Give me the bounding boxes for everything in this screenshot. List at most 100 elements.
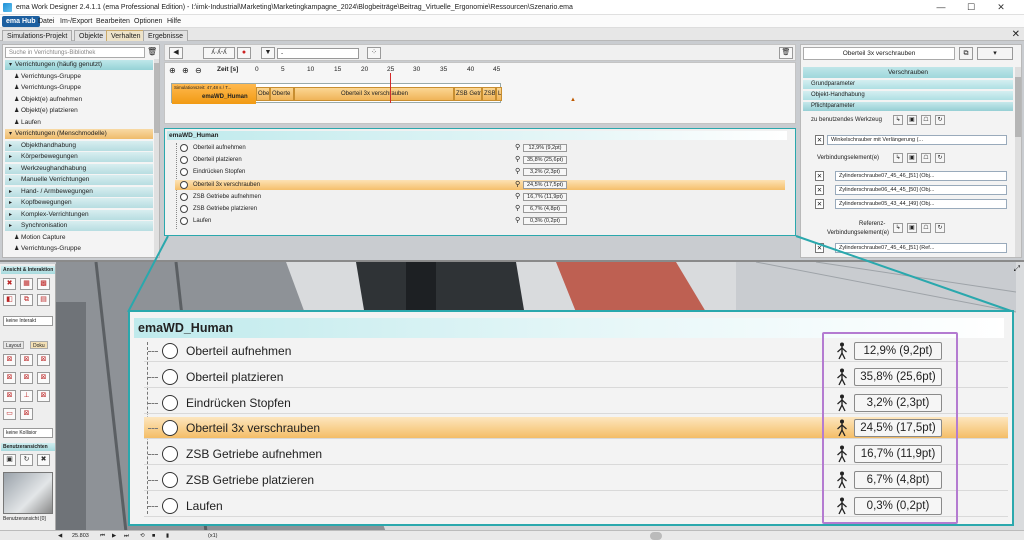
library-trash-icon[interactable]: 🗑 — [147, 47, 157, 57]
user-view-thumbnail[interactable] — [3, 472, 53, 514]
viewport-expand-icon[interactable]: ⤢ — [1014, 264, 1020, 274]
timeline-segment[interactable]: Oberteil 3x verschrauben — [294, 87, 454, 101]
activity-row[interactable]: Laufen ⚲ 0,3% (0,2pt) — [175, 216, 785, 226]
library-item-row[interactable]: ♟ Verrichtungs-Gruppe — [5, 72, 153, 82]
ref-link-icon[interactable]: ☖ — [921, 223, 931, 233]
conn-remove-button[interactable]: ✕ — [815, 199, 824, 209]
doc-tool-icon[interactable]: ⊠ — [20, 408, 33, 420]
library-item-row[interactable]: ♟ Verrichtungs-Gruppe — [5, 83, 153, 93]
section-objekt-handhabung[interactable]: Objekt-Handhabung — [803, 91, 1013, 100]
library-sub-row[interactable]: ▸ Objekthandhabung — [5, 140, 153, 151]
activity-row[interactable]: ZSB Getriebe platzieren ⚲ 6,7% (4,8pt) — [175, 204, 785, 214]
timeline-segment[interactable]: Ober — [256, 87, 270, 101]
tool-remove-button[interactable]: ✕ — [815, 135, 824, 145]
ref-refresh-icon[interactable]: ↻ — [935, 223, 945, 233]
activity-row[interactable]: Oberteil platzieren ⚲ 35,8% (25,6pt) — [175, 155, 785, 165]
tool-add-icon[interactable]: ↳ — [893, 115, 903, 125]
step-back-icon[interactable]: ⏮ — [100, 531, 105, 540]
library-item-row[interactable]: ♟ Motion Capture — [5, 233, 153, 243]
interaction-select[interactable]: keine Interakt — [3, 316, 53, 326]
zoom-fit-icon[interactable]: ⊕ — [182, 66, 189, 75]
ref-remove-button[interactable]: ✕ — [815, 243, 824, 253]
library-item-row[interactable]: ♟ Objekt(e) platzieren — [5, 106, 153, 116]
timeline-track[interactable]: Simulationszeit: 47,48 s / T... emaWD_Hu… — [171, 83, 502, 104]
conn-link-icon[interactable]: ☖ — [921, 153, 931, 163]
ref-pick-icon[interactable]: ▣ — [907, 223, 917, 233]
tab-verhalten[interactable]: Verhalten — [106, 30, 146, 41]
filter-icon[interactable]: ▼ — [261, 47, 275, 59]
delete-view-icon[interactable]: ✖ — [37, 454, 50, 466]
library-sub-row[interactable]: ▸ Manuelle Verrichtungen — [5, 175, 153, 185]
doc-tool-icon[interactable]: ⊠ — [37, 390, 50, 402]
reference-field[interactable]: Zylinderschraube07_45_46_[51] (Ref... — [835, 243, 1007, 253]
close-button[interactable]: ✕ — [990, 0, 1012, 15]
zoom-out-icon[interactable]: ⊖ — [195, 66, 202, 75]
library-sub-row[interactable]: ▸ Werkzeughandhabung — [5, 163, 153, 174]
tab-simulations-projekt[interactable]: Simulations-Projekt — [2, 30, 73, 41]
play-icon[interactable]: ▶ — [112, 531, 116, 540]
stop-icon[interactable]: ■ — [152, 531, 155, 540]
conn-add-icon[interactable]: ↳ — [893, 153, 903, 163]
properties-copy-icon[interactable]: ⧉ — [959, 47, 973, 60]
camera-icon[interactable]: ▣ — [3, 454, 16, 466]
dots-icon[interactable]: ⁘ — [367, 47, 381, 59]
play-back-icon[interactable]: ◀ — [58, 531, 62, 540]
collision-select[interactable]: keine Kollisior — [3, 428, 53, 438]
activity-row[interactable]: ZSB Getriebe aufnehmen ⚲ 16,7% (11,9pt) — [175, 192, 785, 202]
step-forward-icon[interactable]: ⏭ — [124, 531, 129, 540]
activity-row[interactable]: Oberteil aufnehmen ⚲ 12,9% (9,2pt) — [175, 143, 785, 153]
conn-remove-button[interactable]: ✕ — [815, 171, 824, 181]
timeline-playhead[interactable] — [390, 73, 391, 103]
doc-tool-icon[interactable]: ⊠ — [20, 354, 33, 366]
doc-tool-icon[interactable]: ▭ — [3, 408, 16, 420]
library-sub-row[interactable]: ▸ Synchronisation — [5, 221, 153, 231]
library-item-row[interactable]: ♟ Objekt(e) aufnehmen — [5, 95, 153, 105]
library-search-input[interactable]: Suche in Verrichtungs-Bibliothek — [5, 47, 145, 58]
section-pflichtparameter[interactable]: Pflichtparameter — [803, 102, 1013, 111]
activity-row[interactable]: Eindrücken Stopfen ⚲ 3,2% (2,3pt) — [175, 167, 785, 177]
library-item-row[interactable]: ♟ Verrichtungs-Gruppe — [5, 244, 153, 254]
tool-field[interactable]: Winkelschrauber mit Verlängerung (... — [827, 135, 1007, 145]
view-front-icon[interactable]: ◧ — [3, 294, 16, 306]
apple-icon[interactable]: ● — [237, 47, 251, 59]
tab-objekte[interactable]: Objekte — [74, 30, 109, 41]
library-sub-row[interactable]: ▸ Körperbewegungen — [5, 152, 153, 162]
doc-tool-icon[interactable]: ⊥ — [20, 390, 33, 402]
properties-dropdown[interactable]: ▾ — [977, 47, 1013, 60]
activity-row[interactable]: Oberteil 3x verschrauben 24,5% (17,5pt) — [144, 417, 1008, 440]
doc-tool-icon[interactable]: ⊠ — [20, 372, 33, 384]
doc-tool-icon[interactable]: ⊠ — [3, 390, 16, 402]
zoom-in-icon[interactable]: ⊕ — [169, 66, 176, 75]
section-grundparameter[interactable]: Grundparameter — [803, 80, 1013, 89]
view-side-icon[interactable]: ▩ — [37, 278, 50, 290]
doc-tool-icon[interactable]: ⊠ — [3, 372, 16, 384]
activity-row[interactable]: Oberteil aufnehmen 12,9% (9,2pt) — [144, 340, 1008, 362]
activity-row[interactable]: Laufen 0,3% (0,2pt) — [144, 495, 1008, 517]
timeline-human-header[interactable]: Simulationszeit: 47,48 s / T... emaWD_Hu… — [172, 84, 256, 104]
maximize-button[interactable]: ☐ — [960, 0, 982, 15]
library-scroll-thumb[interactable] — [154, 63, 159, 133]
timeline-segment[interactable]: ZSB G — [482, 87, 496, 101]
close-tab-icon[interactable]: ✕ — [1012, 28, 1020, 41]
ema-hub-button[interactable]: ema Hub — [2, 16, 40, 27]
activity-select[interactable]: - — [277, 48, 359, 59]
walk-figures-button[interactable]: ʎ·ʎ-ʎ — [203, 47, 235, 59]
back-button[interactable]: ◀ — [169, 47, 183, 59]
connection-field[interactable]: Zylinderschraube05_43_44_[49] (Obj... — [835, 199, 1007, 209]
delete-icon[interactable]: 🗑 — [779, 47, 793, 59]
tab-layout[interactable]: Layout — [3, 341, 25, 349]
view-grid-icon[interactable]: ▤ — [37, 294, 50, 306]
ref-add-icon[interactable]: ↳ — [893, 223, 903, 233]
tab-ergebnisse[interactable]: Ergebnisse — [143, 30, 189, 41]
library-cat2-row[interactable]: ▾ Verrichtungen (Menschmodelle) — [5, 129, 153, 139]
refresh-view-icon[interactable]: ↻ — [20, 454, 33, 466]
tool-refresh-icon[interactable]: ↻ — [935, 115, 945, 125]
library-sub-row[interactable]: ▸ Komplex-Verrichtungen — [5, 209, 153, 220]
timeline-segment[interactable]: La — [496, 87, 502, 101]
menu-datei[interactable]: Datei — [38, 15, 54, 28]
tool-pick-icon[interactable]: ▣ — [907, 115, 917, 125]
activity-row[interactable]: Oberteil 3x verschrauben ⚲ 24,5% (17,5pt) — [175, 179, 785, 190]
conn-pick-icon[interactable]: ▣ — [907, 153, 917, 163]
view-persp-icon[interactable]: ⧉ — [20, 294, 33, 306]
doc-tool-icon[interactable]: ⊠ — [37, 372, 50, 384]
